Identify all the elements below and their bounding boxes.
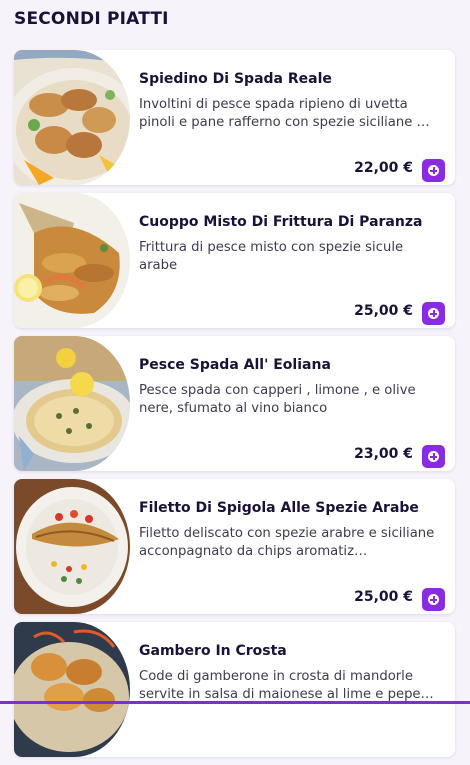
item-description: Pesce spada con capperi , limone , e oli… [139,383,416,416]
section-title: SECONDI PIATTI [14,9,169,29]
plus-icon [428,308,439,319]
item-description: Code di gamberone in crosta di mandorle … [139,669,434,702]
add-to-cart-button[interactable] [422,302,445,325]
item-price: 25,00 € [354,303,413,319]
item-name: Filetto Di Spigola Alle Spezie Arabe [139,500,419,516]
item-name: Pesce Spada All' Eoliana [139,357,331,373]
plus-icon [428,451,439,462]
item-price: 25,00 € [354,589,413,605]
item-description: Involtini di pesce spada ripieno di uvet… [139,97,430,130]
swordfish-plate-image [14,336,130,471]
menu-item-card[interactable]: Gambero In Crosta Code di gamberone in c… [14,622,455,757]
item-description: Frittura di pesce misto con spezie sicul… [139,240,404,273]
menu-item-card[interactable]: Pesce Spada All' Eoliana Pesce spada con… [14,336,455,471]
plus-icon [428,594,439,605]
item-name: Cuoppo Misto Di Frittura Di Paranza [139,214,423,230]
item-name: Gambero In Crosta [139,643,287,659]
prawn-crust-image [14,622,130,757]
add-to-cart-button[interactable] [422,445,445,468]
item-description: Filetto deliscato con spezie arabre e si… [139,526,435,559]
menu-list: Spiedino Di Spada Reale Involtini di pes… [14,50,455,765]
fried-fish-cone-image [14,193,130,328]
item-price: 23,00 € [354,446,413,462]
menu-item-card[interactable]: Spiedino Di Spada Reale Involtini di pes… [14,50,455,185]
plus-icon [428,165,439,176]
menu-item-card[interactable]: Cuoppo Misto Di Frittura Di Paranza Frit… [14,193,455,328]
menu-item-card[interactable]: Filetto Di Spigola Alle Spezie Arabe Fil… [14,479,455,614]
add-to-cart-button[interactable] [422,588,445,611]
item-price: 22,00 € [354,160,413,176]
item-name: Spiedino Di Spada Reale [139,71,332,87]
swordfish-skewer-image [14,50,130,185]
add-to-cart-button[interactable] [422,159,445,182]
sea-bass-fillet-image [14,479,130,614]
